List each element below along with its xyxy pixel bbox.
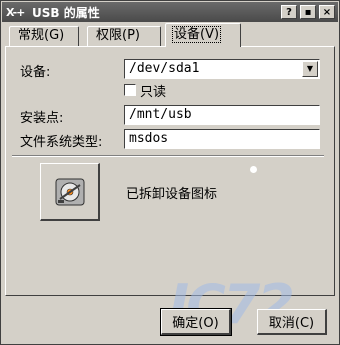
readonly-label: 只读 (140, 85, 167, 100)
separator (12, 155, 324, 157)
properties-window: X-+ USB 的属性 ? ▪ × 常规(G) 权限(P) 设备(V) 设备: … (0, 0, 340, 345)
drive-icon (55, 178, 84, 205)
ok-button[interactable]: 确定(O) (160, 308, 232, 336)
mountpoint-value: /mnt/usb (129, 107, 192, 122)
device-panel: 设备: /dev/sda1 ▼ 只读 安装点: /mnt/usb 文件系统类型:… (5, 46, 335, 296)
window-title: USB 的属性 (32, 5, 100, 20)
window-menu-icon[interactable]: X-+ (6, 6, 30, 19)
tab-general-label: 常规(G) (18, 28, 65, 43)
close-button[interactable]: × (319, 5, 335, 19)
icon-select-button[interactable] (40, 163, 100, 221)
device-label: 设备: (20, 65, 51, 80)
fstype-label: 文件系统类型: (20, 135, 103, 150)
tab-permissions-label: 权限(P) (96, 28, 140, 43)
tab-general[interactable]: 常规(G) (9, 26, 79, 46)
tab-device-label: 设备(V) (172, 26, 222, 43)
cancel-button[interactable]: 取消(C) (257, 309, 327, 335)
mountpoint-input[interactable]: /mnt/usb (124, 105, 320, 125)
mountpoint-label: 安装点: (20, 111, 64, 126)
decorative-dot (250, 166, 257, 173)
dropdown-arrow-icon[interactable]: ▼ (302, 61, 318, 77)
fstype-value: msdos (129, 131, 169, 146)
device-combobox[interactable]: /dev/sda1 ▼ (124, 59, 320, 79)
help-button[interactable]: ? (281, 5, 297, 19)
tab-permissions[interactable]: 权限(P) (87, 26, 161, 46)
fstype-input[interactable]: msdos (124, 129, 320, 149)
tab-device[interactable]: 设备(V) (165, 23, 241, 47)
readonly-checkbox[interactable] (124, 84, 136, 96)
minimize-button[interactable]: ▪ (300, 5, 316, 19)
device-value: /dev/sda1 (129, 61, 200, 76)
icon-description: 已拆卸设备图标 (126, 187, 218, 202)
title-bar[interactable]: X-+ USB 的属性 ? ▪ × (2, 2, 338, 22)
